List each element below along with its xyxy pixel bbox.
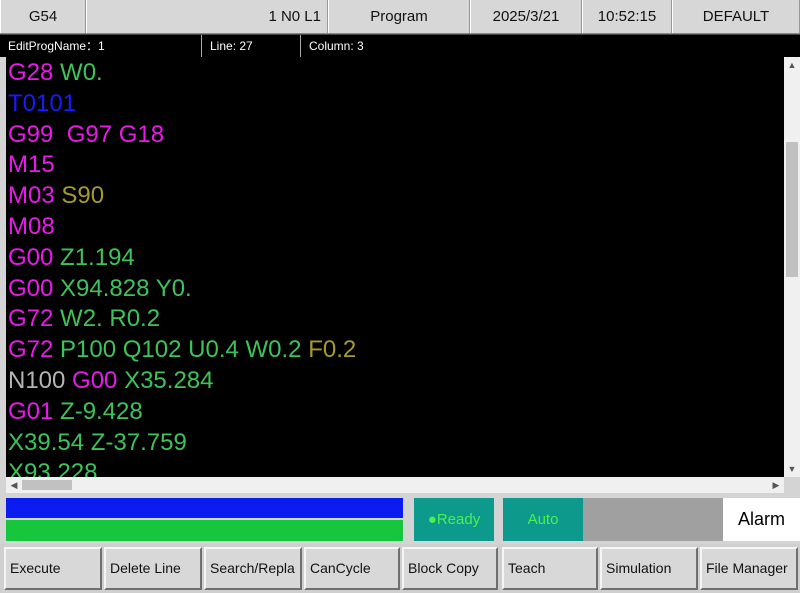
code-token: G00 [8,243,54,271]
line-number: Line: 27 [202,35,301,57]
line-indicator: 1 N0 L1 [86,0,328,33]
code-token: M15 [8,151,55,179]
code-token: G99 G97 G18 [8,120,165,148]
horizontal-scrollbar[interactable]: ◀ ▶ [6,477,784,493]
scroll-up-icon[interactable]: ▲ [784,57,800,73]
search-replace-button[interactable]: Search/Repla [204,547,302,590]
code-token: G00 [8,274,54,302]
code-line[interactable]: X93.228 [6,457,784,477]
code-line[interactable]: G01 Z-9.428 [6,396,784,427]
blue-status-bar [6,498,403,518]
ready-indicator: ●Ready [414,498,494,541]
code-token: F0.2 [301,336,357,364]
code-line[interactable]: X39.54 Z-37.759 [6,427,784,458]
code-token: X94.828 Y0. [53,274,192,302]
code-token: S90 [54,182,105,210]
edit-info-bar: EditProgName：1 Line: 27 Column: 3 [0,34,800,57]
coordinate-system: G54 [0,0,86,33]
horizontal-scroll-thumb[interactable] [22,480,72,490]
code-line[interactable]: G00 X94.828 Y0. [6,273,784,304]
teach-button[interactable]: Teach [502,547,598,590]
delete-line-button[interactable]: Delete Line [104,547,202,590]
profile-label: DEFAULT [672,0,800,33]
top-status-bar: G54 1 N0 L1 Program 2025/3/21 10:52:15 D… [0,0,800,34]
code-line[interactable]: G72 W2. R0.2 [6,303,784,334]
code-line[interactable]: T0101 [6,88,784,119]
code-token: W0. [53,59,103,86]
alarm-indicator[interactable]: Alarm [723,498,800,541]
code-line[interactable]: M03 S90 [6,180,784,211]
time-display: 10:52:15 [582,0,672,33]
mode-label: Program [328,0,470,33]
code-token: Z-9.428 [53,397,143,425]
code-token: G72 [8,336,54,364]
block-copy-button[interactable]: Block Copy [402,547,498,590]
code-token: G00 [65,366,118,394]
code-token: N100 [8,366,66,394]
scroll-right-icon[interactable]: ▶ [768,477,784,493]
vertical-scroll-thumb[interactable] [786,142,798,277]
code-token: X93.228 [8,459,98,477]
code-line[interactable]: G00 Z1.194 [6,242,784,273]
code-token: W2. R0.2 [53,305,161,333]
vertical-scrollbar[interactable]: ▲ ▼ [784,57,800,477]
date-display: 2025/3/21 [470,0,582,33]
code-token: G28 [8,59,54,86]
code-line[interactable]: G28 W0. [6,57,784,88]
program-editor[interactable]: G28 W0. T0101 G99 G97 G18 M15 M03 S90 M08 G00 … [6,57,784,477]
scroll-left-icon[interactable]: ◀ [6,477,22,493]
auto-mode-indicator: Auto [503,498,583,541]
cancycle-button[interactable]: CanCycle [304,547,400,590]
green-status-bar [6,520,403,541]
execute-button[interactable]: Execute [4,547,102,590]
code-token: M08 [8,212,55,240]
column-number: Column: 3 [309,39,364,53]
code-token: T0101 [8,89,77,117]
scroll-down-icon[interactable]: ▼ [784,461,800,477]
program-name: EditProgName：1 [0,35,202,57]
code-line[interactable]: N100 G00 X35.284 [6,365,784,396]
code-line[interactable]: M15 [6,149,784,180]
code-token: X39.54 Z-37.759 [8,428,187,456]
code-token: M03 [8,182,55,210]
code-line[interactable]: G99 G97 G18 [6,119,784,150]
function-button-bar: Execute Delete Line Search/Repla CanCycl… [0,544,800,593]
file-manager-button[interactable]: File Manager [700,547,798,590]
status-row: ●Ready Auto Alarm [0,494,800,544]
code-token: Z1.194 [53,243,135,271]
code-token: G72 [8,305,54,333]
code-token: G01 [8,397,54,425]
code-token: X35.284 [117,366,214,394]
code-line[interactable]: M08 [6,211,784,242]
code-token: P100 Q102 U0.4 W0.2 [53,336,302,364]
status-blank-panel [583,498,723,541]
code-line[interactable]: G72 P100 Q102 U0.4 W0.2 F0.2 [6,334,784,365]
simulation-button[interactable]: Simulation [600,547,698,590]
